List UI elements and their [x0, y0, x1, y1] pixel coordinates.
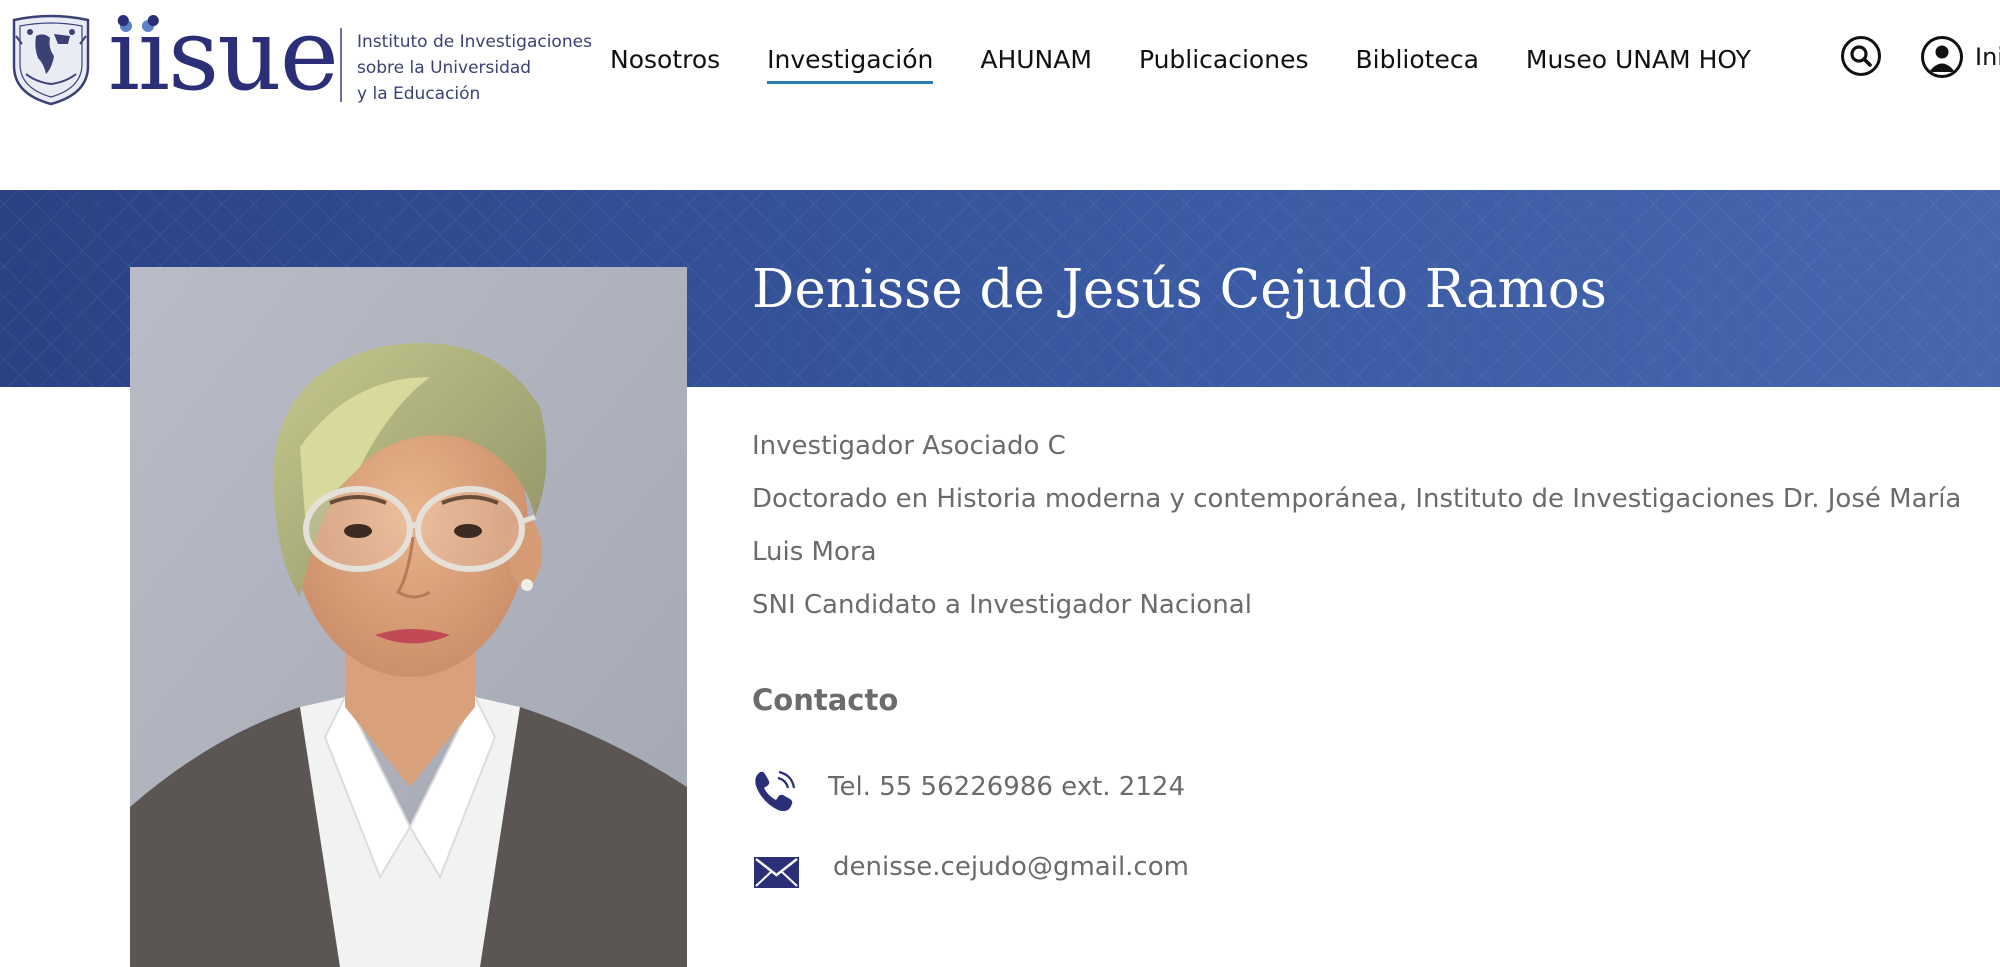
login-button[interactable]	[1921, 36, 1963, 78]
researcher-details: Investigador Asociado C Doctorado en His…	[752, 420, 1992, 632]
search-button[interactable]	[1841, 36, 1881, 76]
subtitle-line-2: sobre la Universidad	[357, 58, 532, 78]
portrait-image	[130, 267, 687, 967]
nav-investigacion[interactable]: Investigación	[767, 40, 934, 84]
nav-ahunam[interactable]: AHUNAM	[980, 40, 1092, 80]
search-icon	[1850, 45, 1872, 67]
user-circle-icon	[1929, 45, 1955, 72]
doctorate: Doctorado en Historia moderna y contempo…	[752, 484, 1962, 567]
researcher-name: Denisse de Jesús Cejudo Ramos	[752, 259, 1607, 320]
subtitle-line-1: Instituto de Investigaciones	[357, 32, 592, 52]
phone-number[interactable]: Tel. 55 56226986 ext. 2124	[828, 772, 1185, 802]
profile-page: iisue Instituto de Investigaciones sobre…	[0, 0, 2000, 967]
logo-divider	[340, 28, 342, 102]
phone-icon	[755, 770, 796, 812]
unam-seal-logo[interactable]	[10, 14, 92, 106]
subtitle-line-3: y la Educación	[357, 84, 481, 104]
nav-biblioteca[interactable]: Biblioteca	[1355, 40, 1478, 80]
sni-level: SNI Candidato a Investigador Nacional	[752, 590, 1252, 620]
contact-heading: Contacto	[752, 683, 899, 717]
institute-subtitle: Instituto de Investigaciones sobre la Un…	[357, 29, 592, 107]
researcher-photo	[130, 267, 687, 967]
nav-publicaciones[interactable]: Publicaciones	[1139, 40, 1309, 80]
site-header: iisue Instituto de Investigaciones sobre…	[0, 0, 2000, 120]
email-link[interactable]: denisse.cejudo@gmail.com	[833, 852, 1189, 882]
position-title: Investigador Asociado C	[752, 431, 1066, 461]
nav-museo-unam-hoy[interactable]: Museo UNAM HOY	[1526, 40, 1751, 80]
iisue-wordmark[interactable]: iisue	[108, 0, 339, 110]
mail-icon	[754, 857, 799, 888]
login-label[interactable]: Ini	[1975, 40, 2000, 74]
nav-nosotros[interactable]: Nosotros	[610, 40, 720, 80]
main-nav: Nosotros Investigación AHUNAM Publicacio…	[610, 40, 1798, 84]
